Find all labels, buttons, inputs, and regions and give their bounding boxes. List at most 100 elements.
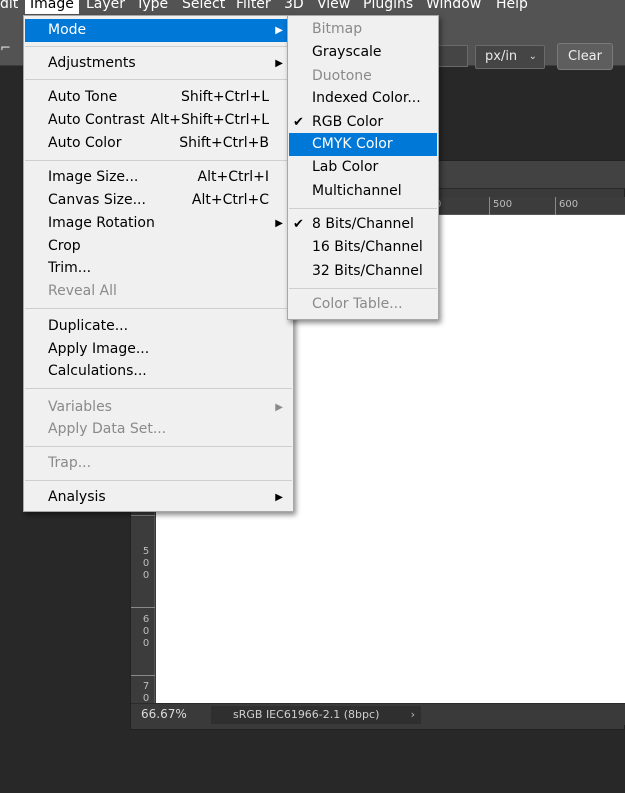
menu-item-reveal-all[interactable]: Reveal All bbox=[25, 280, 292, 303]
ruler-label: 500 bbox=[489, 197, 512, 215]
menu-item-indexed-color[interactable]: Indexed Color... bbox=[289, 87, 437, 110]
menu-item-cmyk-color[interactable]: CMYK Color bbox=[289, 133, 437, 156]
menu-edit[interactable]: dit bbox=[0, 0, 18, 14]
menu-item-mode[interactable]: Mode ▶ bbox=[25, 19, 292, 42]
shortcut-text: Alt+Ctrl+I bbox=[197, 169, 269, 185]
menu-separator bbox=[25, 46, 292, 47]
menu-view[interactable]: View bbox=[317, 0, 350, 14]
menu-item-duotone[interactable]: Duotone bbox=[289, 65, 437, 88]
menu-item-color-table[interactable]: Color Table... bbox=[289, 293, 437, 316]
menu-item-label: Adjustments bbox=[48, 55, 136, 71]
menu-item-multichannel[interactable]: Multichannel bbox=[289, 180, 437, 203]
ruler-label: 7 bbox=[142, 681, 150, 692]
resolution-field[interactable] bbox=[437, 45, 468, 67]
menu-item-calculations[interactable]: Calculations... bbox=[25, 360, 292, 383]
ruler-label: 5 bbox=[142, 546, 150, 557]
menu-item-apply-data-set[interactable]: Apply Data Set... bbox=[25, 418, 292, 441]
menu-item-label: Canvas Size... bbox=[48, 192, 146, 208]
menu-item-bitmap[interactable]: Bitmap bbox=[289, 18, 437, 41]
menu-item-label: 32 Bits/Channel bbox=[312, 263, 423, 279]
menu-item-label: Indexed Color... bbox=[312, 90, 421, 106]
menu-item-label: Calculations... bbox=[48, 363, 147, 379]
menu-item-label: Variables bbox=[48, 399, 112, 415]
menu-item-label: Apply Image... bbox=[48, 341, 150, 357]
ruler-tick bbox=[131, 607, 155, 608]
shortcut-text: Alt+Shift+Ctrl+L bbox=[150, 112, 269, 128]
menu-item-trap[interactable]: Trap... bbox=[25, 452, 292, 475]
menu-item-lab-color[interactable]: Lab Color bbox=[289, 156, 437, 179]
image-menu: Mode ▶ Adjustments ▶ Auto Tone Shift+Ctr… bbox=[23, 15, 294, 512]
menu-item-image-size[interactable]: Image Size... Alt+Ctrl+I bbox=[25, 166, 292, 189]
menu-item-8-bits[interactable]: ✔ 8 Bits/Channel bbox=[289, 213, 437, 236]
menu-separator bbox=[25, 308, 292, 309]
menu-item-label: Lab Color bbox=[312, 159, 379, 175]
checkmark-icon: ✔ bbox=[293, 217, 304, 232]
menu-item-image-rotation[interactable]: Image Rotation ▶ bbox=[25, 212, 292, 235]
menu-type[interactable]: Type bbox=[136, 0, 168, 14]
menu-item-label: CMYK Color bbox=[312, 136, 393, 152]
menu-layer[interactable]: Layer bbox=[86, 0, 125, 14]
menu-item-analysis[interactable]: Analysis ▶ bbox=[25, 486, 292, 509]
menu-item-label: Trap... bbox=[48, 455, 92, 471]
menu-item-label: Duotone bbox=[312, 68, 372, 84]
menu-item-crop[interactable]: Crop bbox=[25, 235, 292, 258]
menu-bar: dit Image Layer Type Select Filter 3D Vi… bbox=[0, 0, 625, 14]
menu-item-duplicate[interactable]: Duplicate... bbox=[25, 315, 292, 338]
mode-submenu: Bitmap Grayscale Duotone Indexed Color..… bbox=[287, 15, 439, 320]
menu-item-32-bits[interactable]: 32 Bits/Channel bbox=[289, 260, 437, 283]
menu-item-label: Mode bbox=[48, 22, 87, 38]
color-profile-info[interactable]: sRGB IEC61966-2.1 (8bpc) › bbox=[211, 706, 421, 724]
menu-item-auto-contrast[interactable]: Auto Contrast Alt+Shift+Ctrl+L bbox=[25, 109, 292, 132]
ruler-label: 0 bbox=[142, 570, 150, 581]
menu-separator bbox=[289, 208, 437, 209]
unit-select[interactable]: px/in ⌄ bbox=[475, 45, 545, 69]
menu-image[interactable]: Image bbox=[25, 0, 79, 14]
menu-select[interactable]: Select bbox=[182, 0, 225, 14]
menu-separator bbox=[25, 79, 292, 80]
menu-item-grayscale[interactable]: Grayscale bbox=[289, 41, 437, 64]
menu-item-label: Trim... bbox=[48, 260, 92, 276]
chevron-right-icon[interactable]: › bbox=[411, 706, 415, 724]
menu-item-label: Multichannel bbox=[312, 183, 402, 199]
menu-item-label: Auto Tone bbox=[48, 89, 118, 105]
menu-item-label: Color Table... bbox=[312, 296, 403, 312]
menu-item-adjustments[interactable]: Adjustments ▶ bbox=[25, 52, 292, 75]
menu-item-label: Image Size... bbox=[48, 169, 139, 185]
menu-help[interactable]: Help bbox=[496, 0, 528, 14]
menu-item-label: 16 Bits/Channel bbox=[312, 239, 423, 255]
menu-item-label: 8 Bits/Channel bbox=[312, 216, 414, 232]
color-profile-label: sRGB IEC61966-2.1 (8bpc) bbox=[233, 708, 380, 721]
menu-item-canvas-size[interactable]: Canvas Size... Alt+Ctrl+C bbox=[25, 189, 292, 212]
clear-button[interactable]: Clear bbox=[557, 43, 613, 70]
menu-item-label: Crop bbox=[48, 238, 81, 254]
menu-item-variables[interactable]: Variables ▶ bbox=[25, 396, 292, 419]
zoom-level[interactable]: 66.67% bbox=[141, 707, 187, 721]
crop-tool-icon[interactable]: ⌐ bbox=[0, 42, 14, 56]
menu-item-auto-tone[interactable]: Auto Tone Shift+Ctrl+L bbox=[25, 86, 292, 109]
menu-item-label: RGB Color bbox=[312, 114, 384, 130]
menu-item-trim[interactable]: Trim... bbox=[25, 257, 292, 280]
ruler-label: 6 bbox=[142, 614, 150, 625]
menu-filter[interactable]: Filter bbox=[236, 0, 271, 14]
ruler-label: 0 bbox=[142, 558, 150, 569]
menu-plugins[interactable]: Plugins bbox=[363, 0, 413, 14]
menu-item-rgb-color[interactable]: ✔ RGB Color bbox=[289, 111, 437, 134]
menu-separator bbox=[289, 288, 437, 289]
menu-window[interactable]: Window bbox=[426, 0, 481, 14]
menu-item-16-bits[interactable]: 16 Bits/Channel bbox=[289, 236, 437, 259]
status-bar: 66.67% sRGB IEC61966-2.1 (8bpc) › bbox=[131, 703, 625, 725]
unit-select-label: px/in bbox=[485, 49, 518, 64]
submenu-arrow-icon: ▶ bbox=[275, 25, 283, 36]
menu-separator bbox=[25, 446, 292, 447]
chevron-down-icon: ⌄ bbox=[528, 51, 537, 62]
menu-3d[interactable]: 3D bbox=[284, 0, 304, 14]
menu-item-label: Bitmap bbox=[312, 21, 363, 37]
menu-item-label: Analysis bbox=[48, 489, 106, 505]
shortcut-text: Shift+Ctrl+L bbox=[181, 89, 269, 105]
submenu-arrow-icon: ▶ bbox=[275, 218, 283, 229]
menu-item-apply-image[interactable]: Apply Image... bbox=[25, 338, 292, 361]
menu-item-label: Auto Color bbox=[48, 135, 122, 151]
menu-separator bbox=[25, 160, 292, 161]
menu-item-auto-color[interactable]: Auto Color Shift+Ctrl+B bbox=[25, 132, 292, 155]
ruler-label: 0 bbox=[142, 638, 150, 649]
